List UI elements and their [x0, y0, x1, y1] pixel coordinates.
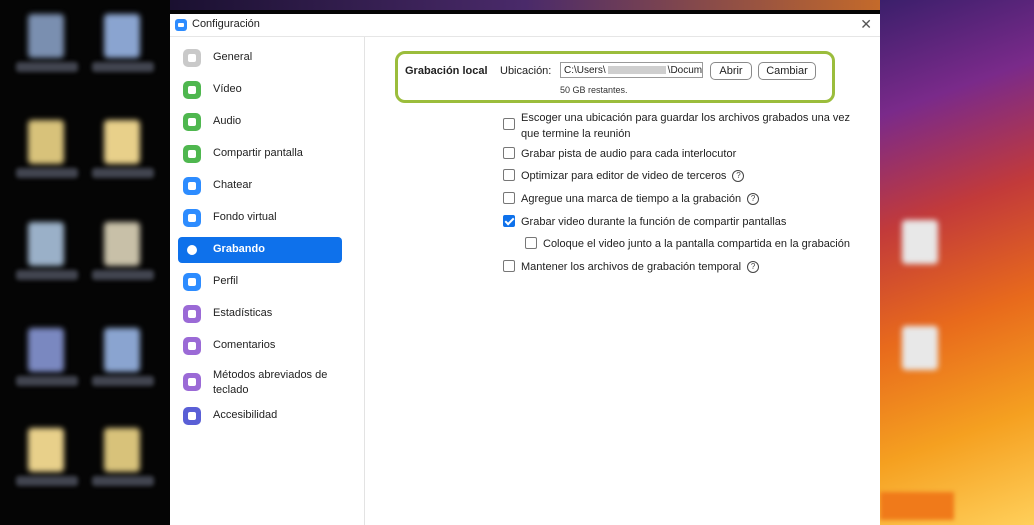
sidebar-item-recording[interactable]: Grabando [178, 237, 342, 263]
gear-icon [183, 49, 201, 67]
checkbox[interactable] [503, 169, 515, 181]
title-bar: Configuración ✕ [170, 14, 880, 37]
desktop-icon-label [92, 168, 154, 178]
desktop-icon[interactable] [28, 14, 64, 58]
sidebar-item-feedback[interactable]: Comentarios [178, 333, 342, 359]
desktop-orange-button[interactable] [880, 492, 954, 520]
record-icon [183, 241, 201, 259]
wallpaper-strip [170, 0, 880, 10]
desktop-icon-label [92, 62, 154, 72]
help-icon[interactable]: ? [747, 193, 760, 206]
pdf-file-icon[interactable] [902, 220, 938, 264]
sidebar-item-label: Audio [213, 115, 242, 127]
desktop-icon-label [92, 476, 154, 486]
desktop-icon[interactable] [28, 222, 64, 266]
option-label: Grabar pista de audio para cada interloc… [521, 148, 737, 160]
desktop-icon[interactable] [28, 120, 64, 164]
zoom-logo-icon [175, 19, 187, 31]
sidebar-item-label: Estadísticas [213, 307, 273, 319]
window-title: Configuración [192, 18, 260, 30]
checkbox[interactable] [503, 147, 515, 159]
desktop-icon[interactable] [28, 428, 64, 472]
desktop-icon[interactable] [104, 328, 140, 372]
sidebar-item-label: Métodos abreviados de teclado [213, 369, 328, 396]
sidebar-item-statistics[interactable]: Estadísticas [178, 301, 342, 327]
free-space-text: 50 GB restantes. [560, 85, 628, 95]
checkbox[interactable] [525, 237, 537, 249]
desktop-icon-label [92, 270, 154, 280]
option-label: Coloque el video junto a la pantalla com… [543, 238, 850, 250]
share-screen-icon [183, 145, 201, 163]
option-label: Grabar video durante la función de compa… [521, 216, 787, 228]
path-end: \Documer [667, 65, 703, 76]
accessibility-icon [183, 407, 201, 425]
desktop-icon[interactable] [104, 14, 140, 58]
feedback-icon [183, 337, 201, 355]
change-button[interactable]: Cambiar [758, 62, 816, 80]
sidebar-item-profile[interactable]: Perfil [178, 269, 342, 295]
checkbox-checked[interactable] [503, 215, 515, 227]
sidebar-item-label: Accesibilidad [213, 409, 278, 421]
option-label: Escoger una ubicación para guardar los a… [521, 112, 850, 140]
sidebar-item-label: Comentarios [213, 339, 276, 351]
recording-settings-panel: Grabación local Ubicación: C:\Users\ \Doc… [365, 37, 880, 525]
desktop-icon-label [16, 168, 78, 178]
option-choose-location[interactable]: Escoger una ubicación para guardar los a… [503, 110, 863, 144]
desktop-icon-label [16, 62, 78, 72]
option-label: Optimizar para editor de video de tercer… [521, 170, 727, 182]
virtual-background-icon [183, 209, 201, 227]
sidebar-item-general[interactable]: General [178, 45, 342, 71]
desktop-icon-label [16, 270, 78, 280]
local-recording-label: Grabación local [405, 65, 488, 77]
desktop-icon-label [16, 376, 78, 386]
help-icon[interactable]: ? [747, 261, 760, 274]
recording-path-field[interactable]: C:\Users\ \Documer [560, 62, 703, 78]
redacted-username [607, 66, 666, 75]
statistics-icon [183, 305, 201, 323]
desktop-icon-label [92, 376, 154, 386]
help-icon[interactable]: ? [732, 170, 745, 183]
option-label: Mantener los archivos de grabación tempo… [521, 261, 742, 273]
sidebar-item-keyboard-shortcuts[interactable]: Métodos abreviados de teclado [178, 365, 342, 399]
keyboard-icon [183, 373, 201, 391]
sidebar-item-label: Chatear [213, 179, 253, 191]
desktop-icon[interactable] [104, 222, 140, 266]
sidebar-item-chat[interactable]: Chatear [178, 173, 342, 199]
checkbox[interactable] [503, 192, 515, 204]
path-start: C:\Users\ [564, 65, 606, 76]
pdf-file-icon[interactable] [902, 326, 938, 370]
headphones-icon [183, 113, 201, 131]
video-icon [183, 81, 201, 99]
sidebar-item-accessibility[interactable]: Accesibilidad [178, 403, 342, 429]
sidebar-item-virtual-background[interactable]: Fondo virtual [178, 205, 342, 231]
sidebar-item-audio[interactable]: Audio [178, 109, 342, 135]
sidebar-item-share-screen[interactable]: Compartir pantalla [178, 141, 342, 167]
open-button[interactable]: Abrir [710, 62, 752, 80]
sidebar-item-label: Compartir pantalla [213, 147, 303, 159]
sidebar-item-label: Vídeo [213, 83, 242, 95]
chat-icon [183, 177, 201, 195]
option-text: Agregue una marca de tiempo a la grabaci… [521, 191, 760, 207]
settings-sidebar: General Vídeo Audio Compartir pantalla C… [170, 37, 365, 525]
location-label: Ubicación: [500, 65, 552, 77]
desktop-icon[interactable] [104, 428, 140, 472]
checkbox[interactable] [503, 118, 515, 130]
sidebar-item-label: Grabando [213, 243, 265, 255]
desktop-icon-label [16, 476, 78, 486]
option-text: Optimizar para editor de video de tercer… [521, 168, 745, 184]
checkbox[interactable] [503, 260, 515, 272]
sidebar-item-label: General [213, 51, 253, 63]
sidebar-item-label: Perfil [213, 275, 239, 287]
settings-window: Configuración ✕ General Vídeo Audio Comp… [170, 14, 880, 525]
option-label: Agregue una marca de tiempo a la grabaci… [521, 193, 742, 205]
sidebar-item-video[interactable]: Vídeo [178, 77, 342, 103]
close-icon[interactable]: ✕ [860, 16, 872, 33]
profile-icon [183, 273, 201, 291]
sidebar-item-label: Fondo virtual [213, 211, 277, 223]
desktop-icon[interactable] [28, 328, 64, 372]
option-text: Mantener los archivos de grabación tempo… [521, 259, 760, 275]
desktop-icon[interactable] [104, 120, 140, 164]
